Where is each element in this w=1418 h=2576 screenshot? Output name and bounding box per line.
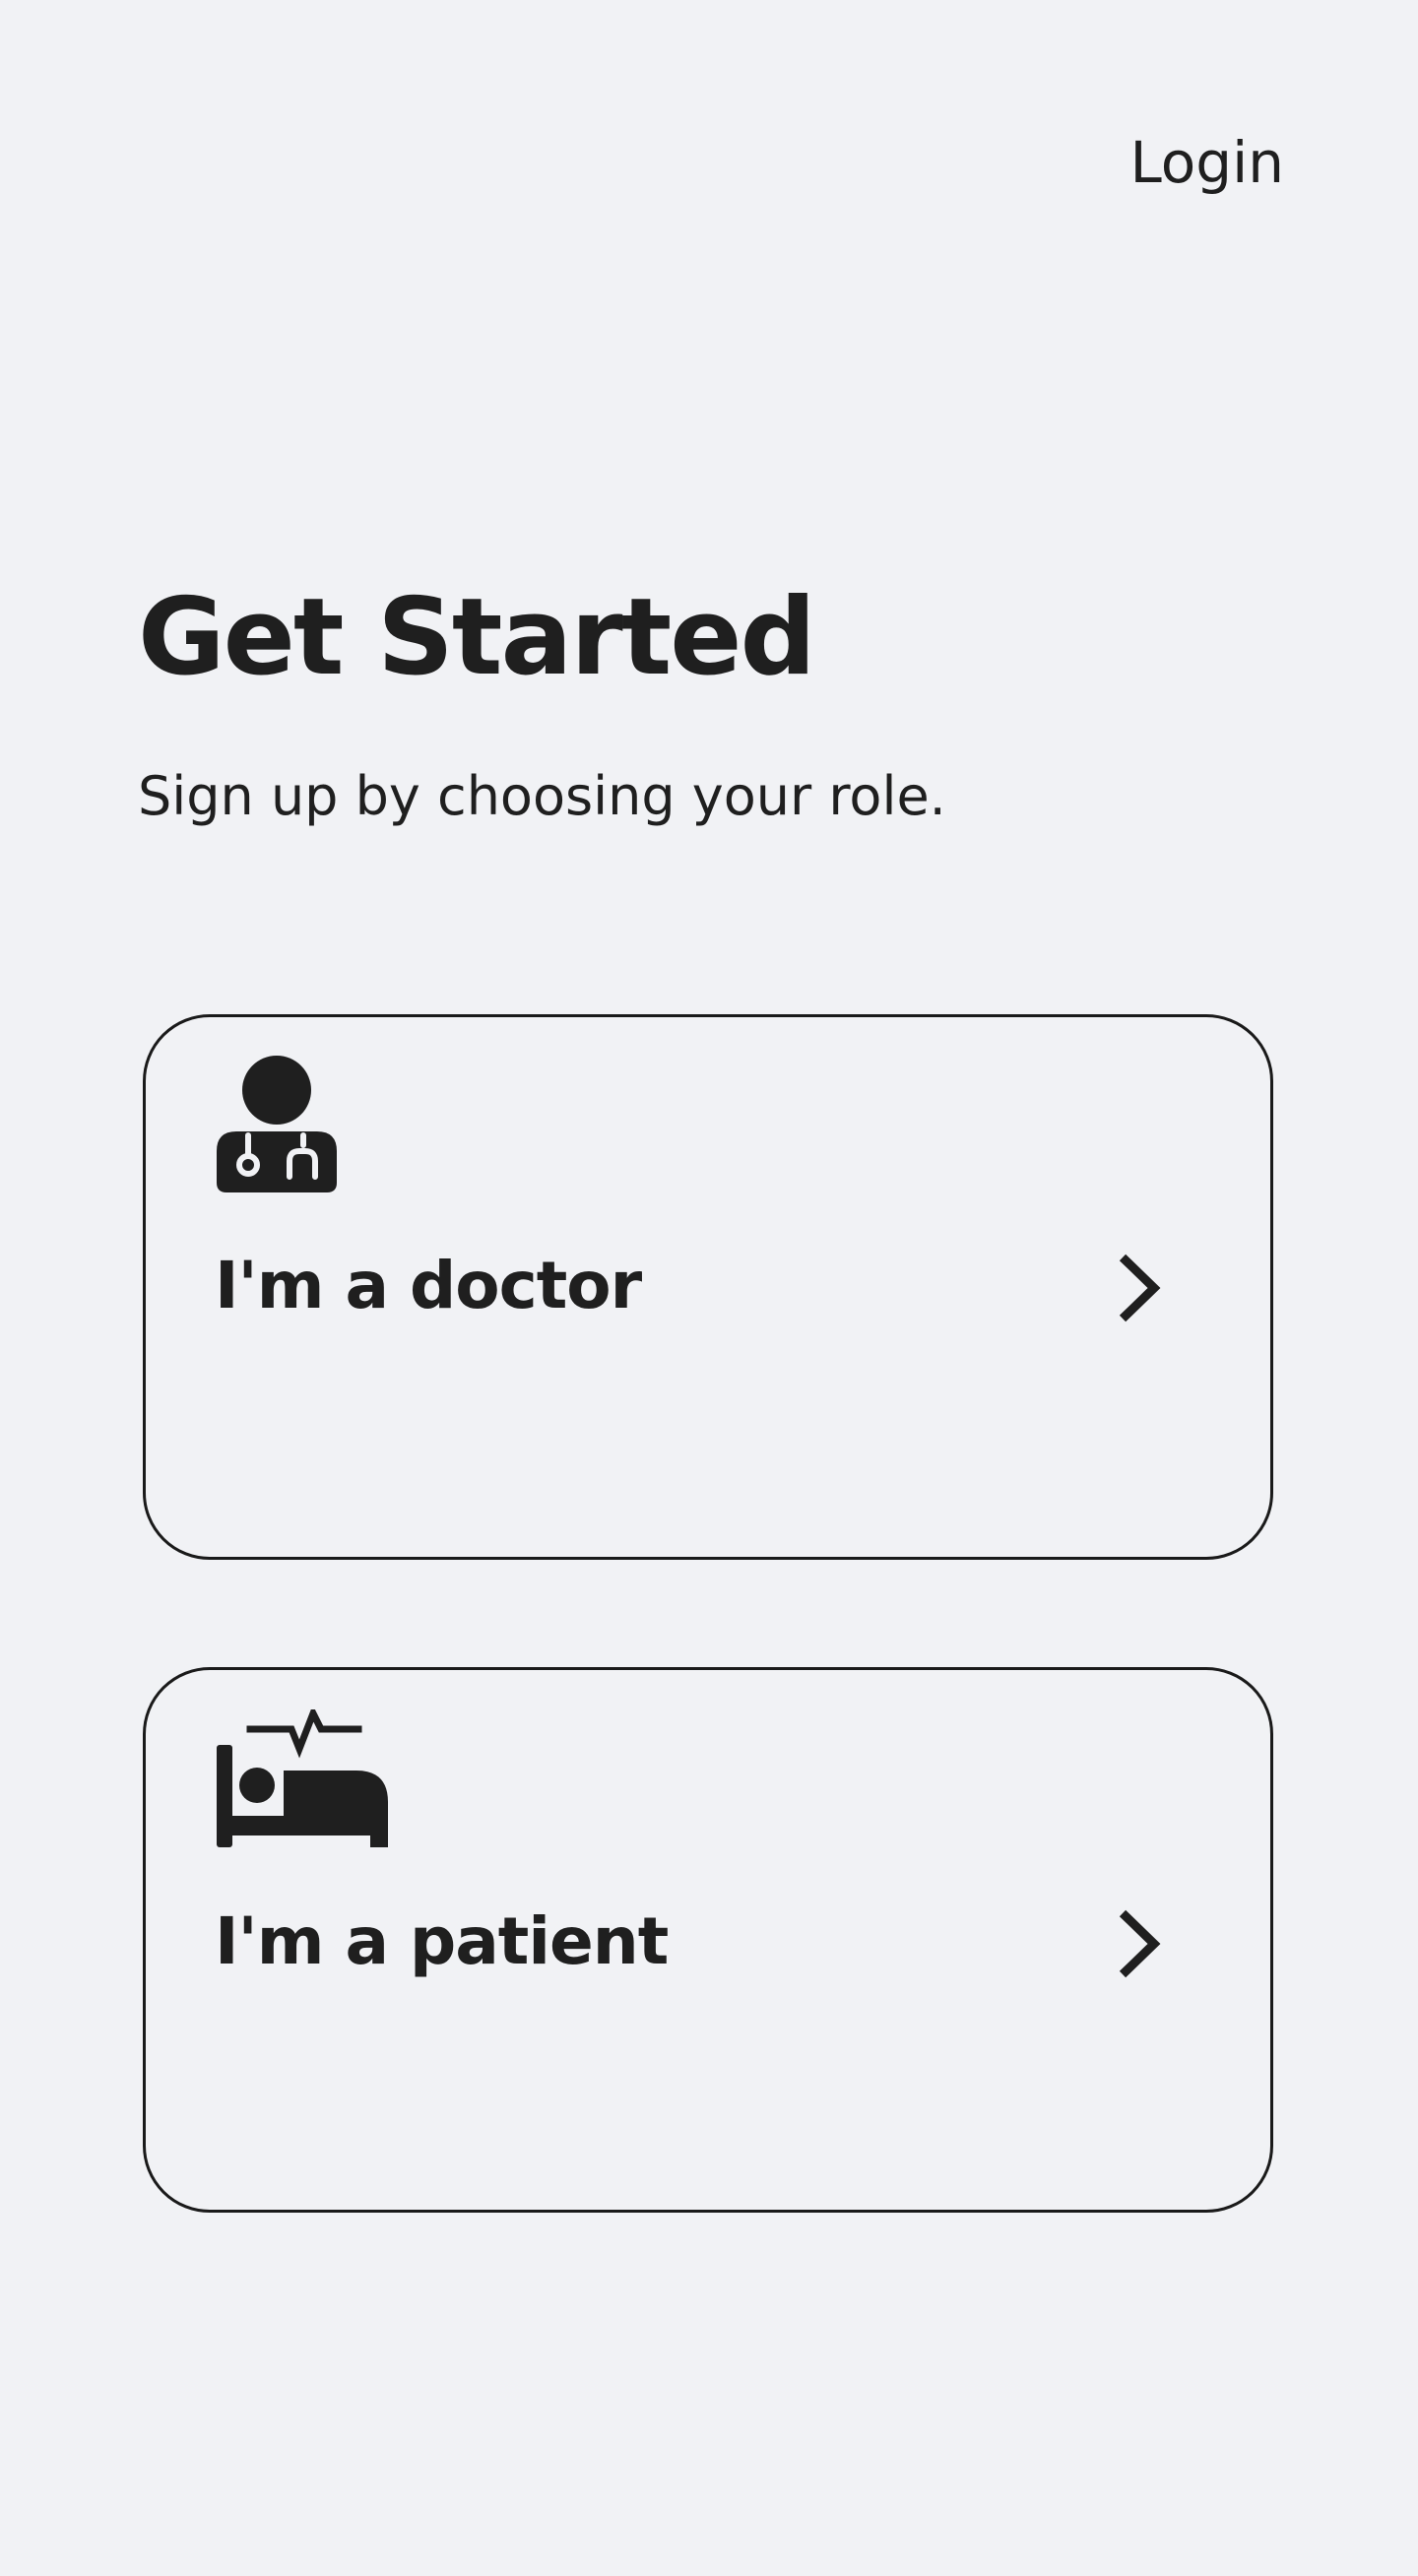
doctor-role-card[interactable]: I'm a doctor <box>143 1014 1273 1560</box>
page-title: Get Started <box>138 576 816 699</box>
patient-bed-icon <box>215 1705 390 1851</box>
patient-role-card[interactable]: I'm a patient <box>143 1667 1273 2213</box>
page-subtitle: Sign up by choosing your role. <box>138 765 946 827</box>
login-link[interactable]: Login <box>1130 134 1284 191</box>
patient-role-label: I'm a patient <box>215 1903 669 1979</box>
chevron-right-icon <box>1117 1254 1162 1326</box>
doctor-role-label: I'm a doctor <box>215 1248 642 1323</box>
chevron-right-icon <box>1117 1909 1162 1982</box>
doctor-icon <box>215 1055 339 1198</box>
